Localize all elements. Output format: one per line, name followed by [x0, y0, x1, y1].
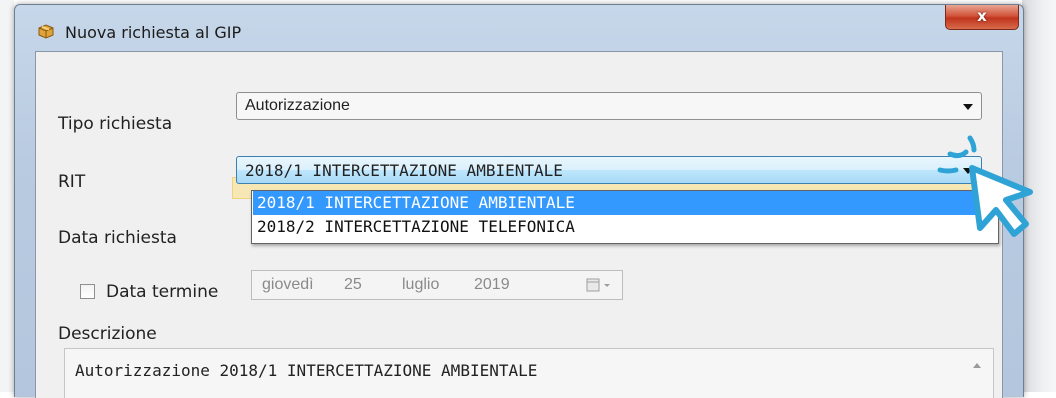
- rit-dropdown-list[interactable]: 2018/1 INTERCETTAZIONE AMBIENTALE 2018/2…: [251, 190, 999, 244]
- dialog-body: Tipo richiesta Autorizzazione RIT 2018/1…: [35, 51, 1003, 398]
- package-icon: [38, 24, 54, 39]
- descrizione-label: Descrizione: [58, 324, 157, 344]
- date-year: 2019: [474, 276, 510, 293]
- rit-select[interactable]: 2018/1 INTERCETTAZIONE AMBIENTALE: [236, 156, 982, 184]
- data-termine-label: Data termine: [106, 282, 219, 302]
- dialog-window: Nuova richiesta al GIP x Tipo richiesta …: [14, 4, 1024, 398]
- date-month: luglio: [402, 276, 440, 293]
- date-day: 25: [344, 276, 362, 293]
- dropdown-option[interactable]: 2018/2 INTERCETTAZIONE TELEFONICA: [253, 215, 997, 239]
- calendar-icon[interactable]: [586, 277, 612, 293]
- data-richiesta-label: Data richiesta: [58, 228, 177, 248]
- dropdown-option[interactable]: 2018/1 INTERCETTAZIONE AMBIENTALE: [253, 191, 997, 215]
- tipo-richiesta-select[interactable]: Autorizzazione: [236, 92, 982, 120]
- desktop-background-left: [0, 0, 14, 392]
- descrizione-textarea[interactable]: Autorizzazione 2018/1 INTERCETTAZIONE AM…: [64, 348, 994, 398]
- window-title: Nuova richiesta al GIP: [65, 23, 242, 42]
- data-termine-datepicker[interactable]: giovedì 25 luglio 2019: [251, 270, 623, 300]
- descrizione-text: Autorizzazione 2018/1 INTERCETTAZIONE AM…: [75, 361, 538, 380]
- mouse-pointer-icon: [937, 135, 1033, 237]
- date-weekday: giovedì: [262, 276, 314, 293]
- data-termine-checkbox[interactable]: [80, 284, 95, 299]
- rit-value: 2018/1 INTERCETTAZIONE AMBIENTALE: [245, 161, 563, 180]
- scroll-up-arrow-icon[interactable]: [973, 363, 981, 368]
- tipo-richiesta-value: Autorizzazione: [245, 97, 350, 114]
- tipo-richiesta-label: Tipo richiesta: [58, 114, 173, 134]
- rit-label: RIT: [58, 172, 86, 192]
- title-bar[interactable]: Nuova richiesta al GIP x: [15, 5, 1023, 51]
- close-button[interactable]: x: [945, 5, 1019, 30]
- chevron-down-icon[interactable]: [963, 104, 973, 110]
